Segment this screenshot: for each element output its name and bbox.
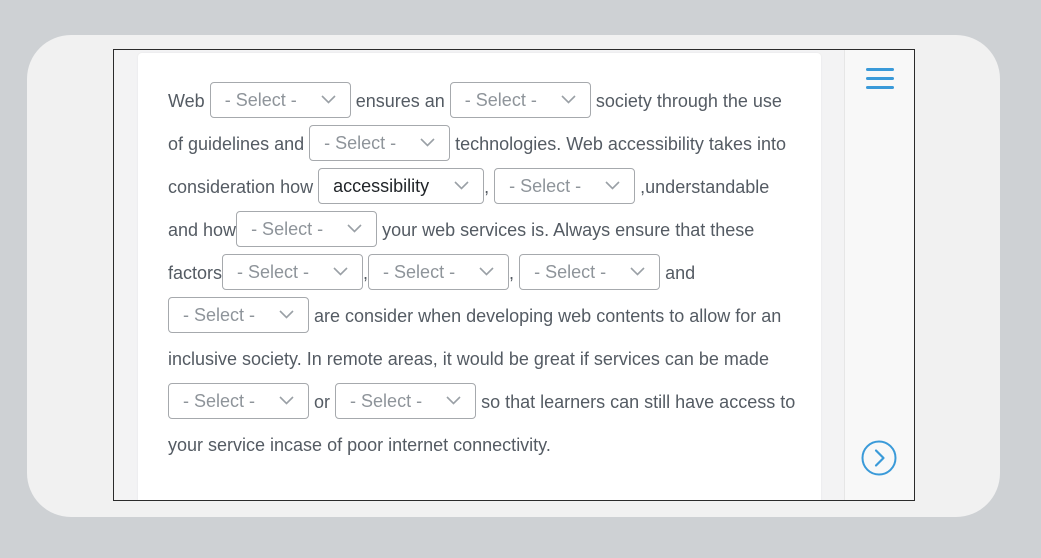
chevron-down-icon xyxy=(279,310,294,319)
passage-text: or xyxy=(314,392,331,412)
chevron-down-icon xyxy=(420,138,435,147)
passage-text: , xyxy=(484,177,490,197)
blank-dropdown-5[interactable]: - Select - xyxy=(494,168,636,205)
hamburger-menu-icon[interactable] xyxy=(865,66,895,92)
blank-dropdown-10[interactable]: - Select - xyxy=(168,297,309,334)
blank-dropdown-2[interactable]: - Select - xyxy=(449,82,591,119)
question-card: Web - Select - ensures an - Select - soc… xyxy=(138,53,821,500)
chevron-down-icon xyxy=(479,267,494,276)
chevron-down-icon xyxy=(630,267,645,276)
blank-dropdown-11[interactable]: - Select - xyxy=(168,383,309,420)
chevron-down-icon xyxy=(454,181,469,190)
app-screen: Web - Select - ensures an - Select - soc… xyxy=(113,49,915,501)
blank-dropdown-3[interactable]: - Select - xyxy=(309,125,451,162)
chevron-down-icon xyxy=(333,267,348,276)
chevron-down-icon xyxy=(605,181,620,190)
chevron-down-icon xyxy=(321,95,336,104)
passage-text: Web xyxy=(168,91,205,111)
blank-dropdown-8[interactable]: - Select - xyxy=(368,254,510,291)
blank-dropdown-1[interactable]: - Select - xyxy=(209,82,351,119)
blank-dropdown-7[interactable]: - Select - xyxy=(222,254,364,291)
blank-dropdown-12[interactable]: - Select - xyxy=(335,383,477,420)
fill-in-blank-passage: Web - Select - ensures an - Select - soc… xyxy=(168,80,798,467)
chevron-down-icon xyxy=(279,396,294,405)
passage-text: and xyxy=(665,263,696,283)
right-sidebar xyxy=(844,50,914,500)
chevron-down-icon xyxy=(561,95,576,104)
chevron-down-icon xyxy=(347,224,362,233)
passage-text: ensures an xyxy=(355,91,445,111)
chevron-down-icon xyxy=(446,396,461,405)
passage-text: , xyxy=(509,263,515,283)
chevron-right-circle-icon[interactable] xyxy=(861,440,897,476)
blank-dropdown-9[interactable]: - Select - xyxy=(519,254,661,291)
blank-dropdown-4[interactable]: accessibility xyxy=(318,168,485,205)
blank-dropdown-6[interactable]: - Select - xyxy=(236,211,378,248)
